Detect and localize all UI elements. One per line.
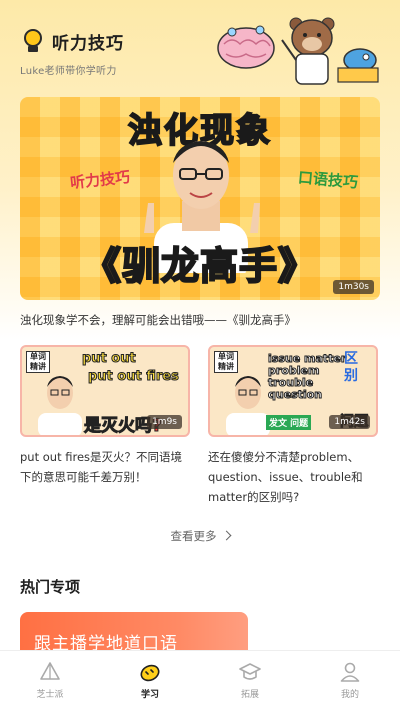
- video-duration: 1m30s: [333, 280, 374, 294]
- thumbnail-text: put out fires: [88, 369, 180, 385]
- video-caption[interactable]: put out fires是灭火？不同语境下的意思可能千差万别！: [20, 447, 188, 487]
- page-header: 听力技巧 Luke老师带你学听力: [20, 17, 380, 88]
- page-title: 听力技巧: [52, 33, 124, 54]
- tab-label: 我的: [340, 690, 359, 700]
- tab-study[interactable]: 学习: [100, 651, 200, 711]
- teacher-photo: [38, 376, 82, 435]
- cheese-icon: [40, 662, 60, 680]
- promo-card[interactable]: 跟主播学地道口语: [20, 612, 248, 650]
- thumbnail-text: 发文 问题: [266, 415, 312, 430]
- section-title: 热门专项: [20, 578, 81, 596]
- video-duration: 1m42s: [329, 415, 370, 429]
- person-icon: [340, 662, 360, 682]
- promo-label: 跟主播学地道口语: [34, 634, 178, 650]
- tab-extension[interactable]: 拓展: [200, 651, 300, 711]
- lemon-icon: [140, 664, 160, 682]
- tab-label: 拓展: [240, 690, 259, 700]
- view-more-link[interactable]: 查看更多: [0, 528, 400, 544]
- hero-tag-left: 听力技巧: [69, 167, 131, 193]
- video-thumbnail[interactable]: 单词精讲 put out put out fires 是灭火吗? 1m9s: [20, 345, 190, 437]
- graduation-cap-icon: [239, 663, 261, 680]
- hero-tag-right: 口语技巧: [297, 168, 359, 192]
- thumbnail-text: 区别: [344, 351, 358, 384]
- view-more-label: 查看更多: [170, 529, 217, 543]
- video-card[interactable]: 单词精讲 issue matter problem trouble questi…: [208, 345, 378, 507]
- hero-headline-bottom: 《驯龙高手》: [82, 243, 317, 289]
- tab-profile[interactable]: 我的: [300, 651, 400, 711]
- video-duration: 1m9s: [147, 415, 182, 429]
- tab-label: 芝士派: [36, 690, 64, 700]
- mascot-illustration: [217, 17, 379, 85]
- thumbnail-text: put out: [82, 351, 137, 367]
- bottom-tab-bar: 芝士派 学习 拓展 我的: [0, 650, 400, 711]
- thumbnail-text: issue matter problem trouble question: [268, 352, 347, 401]
- video-card[interactable]: 单词精讲 put out put out fires 是灭火吗? 1m9s pu…: [20, 345, 190, 487]
- scroll-content[interactable]: 听力技巧 Luke老师带你学听力 浊化现象 听力技巧 口语技巧 《驯龙高手》 1…: [0, 0, 400, 650]
- video-caption[interactable]: 还在傻傻分不清楚problem、question、issue、trouble和m…: [208, 447, 376, 507]
- tab-cheese[interactable]: 芝士派: [0, 651, 100, 711]
- chevron-right-icon: [221, 530, 231, 541]
- featured-video-caption[interactable]: 浊化现象学不会，理解可能会出错哦——《驯龙高手》: [20, 312, 296, 328]
- video-thumbnail[interactable]: 单词精讲 issue matter problem trouble questi…: [208, 345, 378, 437]
- lightbulb-icon: [20, 28, 46, 54]
- tab-label: 学习: [140, 690, 159, 700]
- featured-video[interactable]: 浊化现象 听力技巧 口语技巧 《驯龙高手》 1m30s: [20, 97, 380, 300]
